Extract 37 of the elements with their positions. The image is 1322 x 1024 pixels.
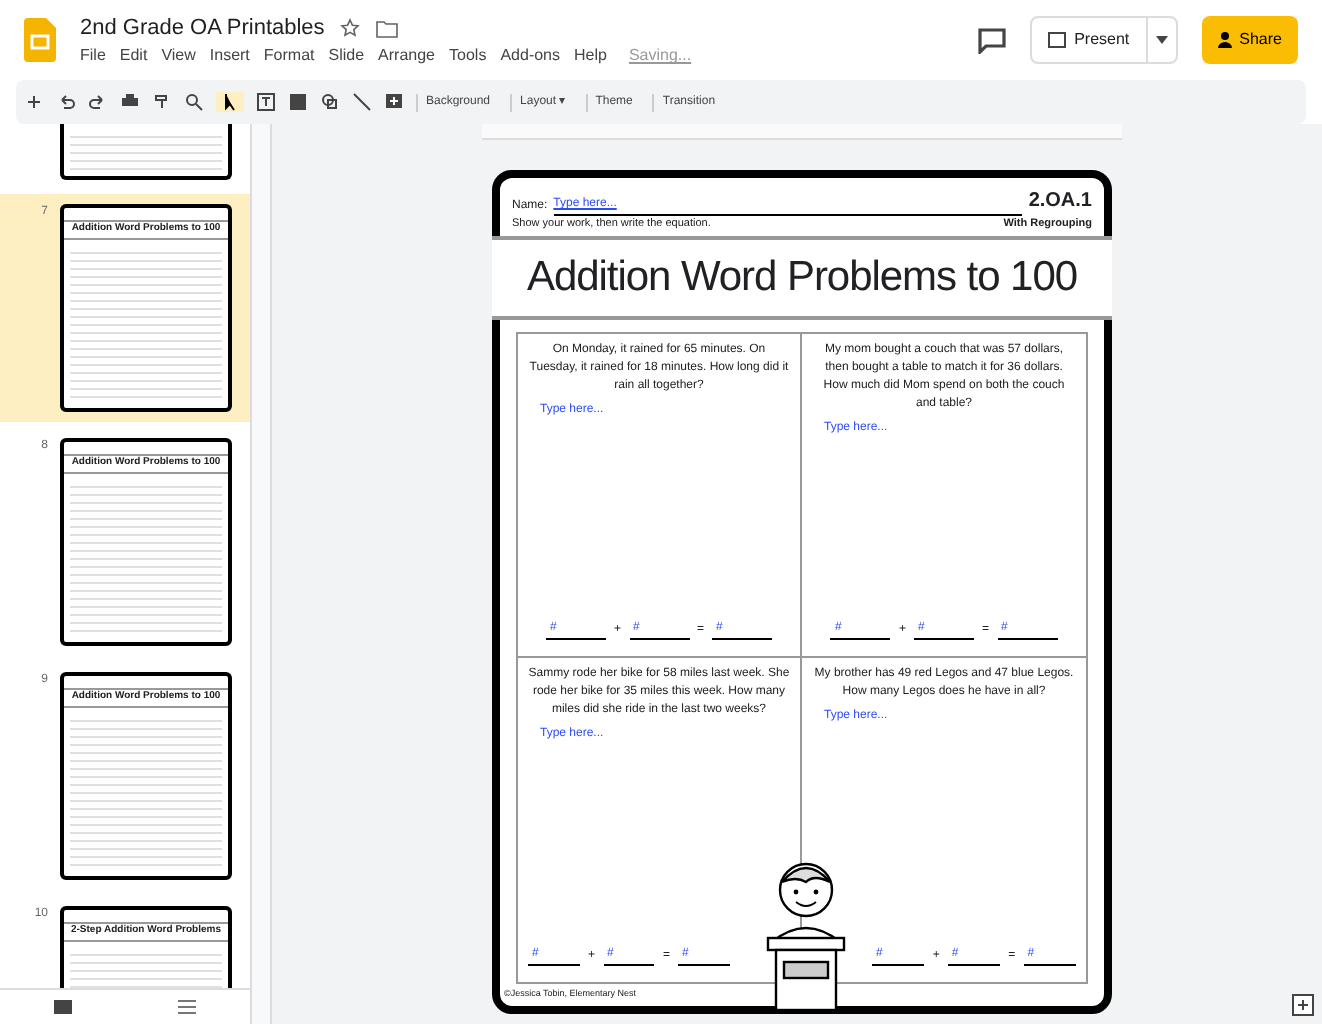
menu-item[interactable]: Arrange (378, 44, 436, 69)
explore-icon[interactable] (1292, 994, 1314, 1016)
menu-item[interactable]: View (161, 44, 196, 69)
redo-icon[interactable] (88, 92, 108, 112)
menu-item[interactable]: Format (263, 44, 315, 69)
grid-view-icon[interactable] (53, 1000, 72, 1014)
slide-thumbnail[interactable] (60, 124, 232, 180)
list-view-icon[interactable] (178, 1000, 197, 1014)
image-icon[interactable] (288, 92, 308, 112)
undo-icon[interactable] (56, 92, 76, 112)
document-title[interactable]: 2nd Grade OA Printables (80, 11, 325, 45)
person-icon (1217, 32, 1232, 48)
zoom-icon[interactable] (184, 92, 204, 112)
menu-item[interactable]: Help (574, 44, 607, 69)
shape-icon[interactable] (320, 92, 340, 112)
share-button[interactable]: Share (1201, 16, 1298, 64)
line-icon[interactable] (352, 92, 372, 112)
menu-item[interactable]: Slide (328, 44, 365, 69)
menu-item[interactable]: Edit (119, 44, 148, 69)
text-box-icon[interactable] (256, 92, 276, 112)
standard-code: 2.OA.1 (1028, 188, 1092, 216)
add-icon[interactable] (24, 92, 44, 112)
dropdown-caret-icon[interactable] (1155, 36, 1168, 44)
print-icon[interactable] (120, 92, 140, 112)
menu-item[interactable]: File (80, 44, 106, 69)
folder-icon[interactable] (376, 19, 399, 37)
star-icon[interactable] (340, 18, 361, 38)
comment-add-icon[interactable] (384, 92, 404, 112)
paint-format-icon[interactable] (152, 92, 172, 112)
menu-item[interactable]: Add-ons (500, 44, 560, 69)
worksheet-title: Addition Word Problems to 100 (492, 236, 1112, 320)
menu-item[interactable]: Insert (209, 44, 250, 69)
select-icon[interactable] (220, 92, 240, 112)
save-status: Saving... (628, 44, 692, 69)
menu-item[interactable]: Tools (449, 44, 487, 69)
present-icon (1048, 32, 1067, 48)
comment-icon[interactable] (978, 27, 1007, 53)
